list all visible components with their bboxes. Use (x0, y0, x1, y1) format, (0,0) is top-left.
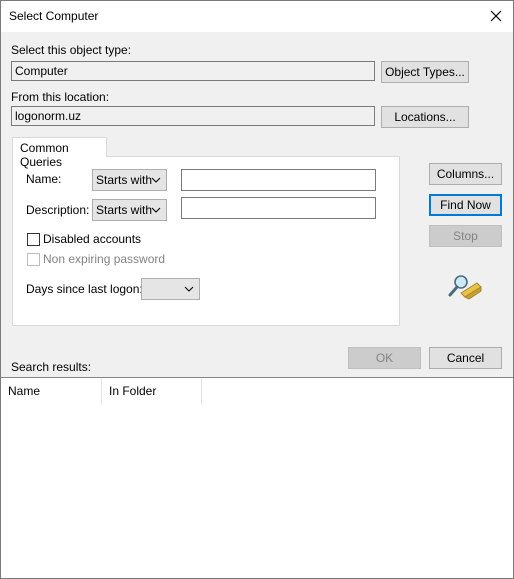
chevron-down-icon (184, 286, 194, 292)
object-type-field: Computer (11, 61, 375, 81)
column-header-name[interactable]: Name (1, 378, 102, 405)
cancel-button[interactable]: Cancel (429, 347, 502, 369)
non-expiring-password-checkbox (27, 253, 40, 266)
chevron-down-icon (151, 177, 161, 183)
days-since-logon-select[interactable] (141, 278, 200, 300)
non-expiring-password-label: Non expiring password (43, 252, 166, 266)
locations-button[interactable]: Locations... (381, 106, 469, 128)
find-now-button[interactable]: Find Now (429, 194, 502, 216)
name-input[interactable] (181, 169, 376, 191)
close-icon (490, 10, 502, 22)
description-label: Description: (26, 203, 90, 217)
search-results-list[interactable]: Name In Folder (1, 377, 513, 578)
column-header-in-folder[interactable]: In Folder (102, 378, 202, 405)
object-type-label: Select this object type: (11, 43, 132, 57)
description-mode-select[interactable]: Starts with (92, 199, 167, 221)
columns-button[interactable]: Columns... (429, 163, 502, 185)
select-computer-dialog: Select Computer Select this object type:… (0, 0, 514, 579)
days-since-logon-label: Days since last logon: (26, 282, 143, 296)
name-mode-value: Starts with (96, 173, 153, 187)
stop-button: Stop (429, 225, 502, 247)
object-types-button[interactable]: Object Types... (381, 61, 469, 83)
description-mode-value: Starts with (96, 203, 153, 217)
location-field: logonorm.uz (11, 106, 375, 126)
name-label: Name: (26, 172, 62, 186)
description-input[interactable] (181, 197, 376, 219)
title-bar: Select Computer (1, 1, 513, 32)
search-results-label: Search results: (11, 360, 92, 374)
disabled-accounts-label: Disabled accounts (43, 232, 142, 246)
ok-button: OK (348, 347, 421, 369)
name-mode-select[interactable]: Starts with (92, 169, 167, 191)
disabled-accounts-checkbox[interactable] (27, 233, 40, 246)
window-title: Select Computer (9, 9, 99, 23)
close-button[interactable] (481, 1, 511, 31)
tab-common-queries[interactable]: Common Queries (12, 137, 107, 169)
chevron-down-icon (151, 207, 161, 213)
magnifier-search-icon (448, 275, 482, 300)
location-label: From this location: (11, 90, 110, 104)
